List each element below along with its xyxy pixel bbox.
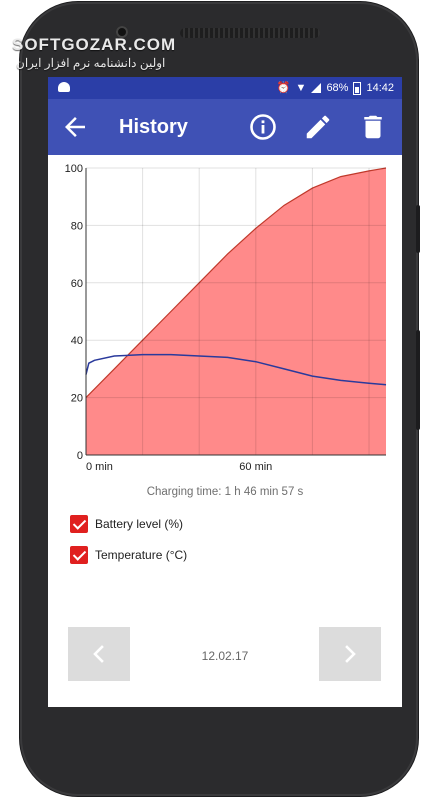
history-date: 12.02.17 bbox=[201, 649, 249, 663]
history-chart[interactable]: 0 20 40 60 80 100 0 min 60 min bbox=[48, 155, 402, 485]
power-button bbox=[416, 330, 420, 430]
battery-level-checkbox[interactable] bbox=[70, 515, 88, 533]
legend-battery-level[interactable]: Battery level (%) bbox=[70, 514, 183, 534]
signal-icon bbox=[311, 83, 322, 93]
y-tick-label: 0 bbox=[77, 450, 83, 462]
chart-svg: 0 20 40 60 80 100 0 min 60 min bbox=[65, 163, 387, 473]
status-icons: ⏰ ▼ 68% 14:42 bbox=[277, 81, 394, 95]
battery-charging-icon bbox=[353, 81, 362, 95]
y-tick-label: 80 bbox=[71, 220, 83, 232]
y-tick-label: 20 bbox=[71, 393, 83, 405]
x-tick-label: 60 min bbox=[239, 461, 272, 473]
battery-level-label: Battery level (%) bbox=[95, 517, 184, 531]
temperature-label: Temperature (°C) bbox=[95, 548, 188, 562]
watermark-sub: اولین دانشنامه نرم افزار ایران bbox=[16, 56, 166, 70]
chevron-right-icon bbox=[345, 645, 356, 663]
info-svg bbox=[250, 114, 276, 140]
watermark: SOFTGOZAR.COM اولین دانشنامه نرم افزار ا… bbox=[12, 35, 212, 70]
battery-percent: 68% bbox=[326, 82, 349, 94]
phone-screen: ⏰ ▼ 68% 14:42 History 0 20 40 60 80 100 … bbox=[48, 77, 402, 707]
chevron-left-icon bbox=[93, 645, 104, 663]
y-tick-label: 60 bbox=[71, 278, 83, 290]
delete-trash-icon[interactable] bbox=[358, 112, 388, 142]
edit-svg bbox=[306, 115, 330, 139]
next-day-button[interactable] bbox=[319, 627, 381, 681]
status-bar: ⏰ ▼ 68% 14:42 bbox=[48, 77, 402, 99]
trash-svg bbox=[364, 115, 382, 139]
alarm-icon: ⏰ bbox=[276, 82, 291, 94]
info-icon[interactable] bbox=[248, 112, 278, 142]
wifi-icon: ▼ bbox=[295, 82, 307, 94]
watermark-main: SOFTGOZAR.COM bbox=[12, 35, 177, 54]
volume-button bbox=[416, 205, 420, 253]
page-title: History bbox=[119, 116, 188, 138]
x-tick-label: 0 min bbox=[86, 461, 113, 473]
y-tick-label: 100 bbox=[65, 163, 83, 175]
previous-day-button[interactable] bbox=[68, 627, 130, 681]
legend-temperature[interactable]: Temperature (°C) bbox=[70, 545, 187, 565]
android-icon bbox=[58, 82, 70, 92]
y-tick-label: 40 bbox=[71, 335, 83, 347]
edit-pencil-icon[interactable] bbox=[303, 112, 333, 142]
back-arrow-icon[interactable] bbox=[60, 112, 90, 142]
status-time: 14:42 bbox=[366, 82, 394, 94]
temperature-checkbox[interactable] bbox=[70, 546, 88, 564]
charging-time: Charging time: 1 h 46 min 57 s bbox=[146, 486, 304, 498]
app-bar: History bbox=[48, 99, 402, 155]
back-arrow-svg bbox=[65, 117, 85, 137]
